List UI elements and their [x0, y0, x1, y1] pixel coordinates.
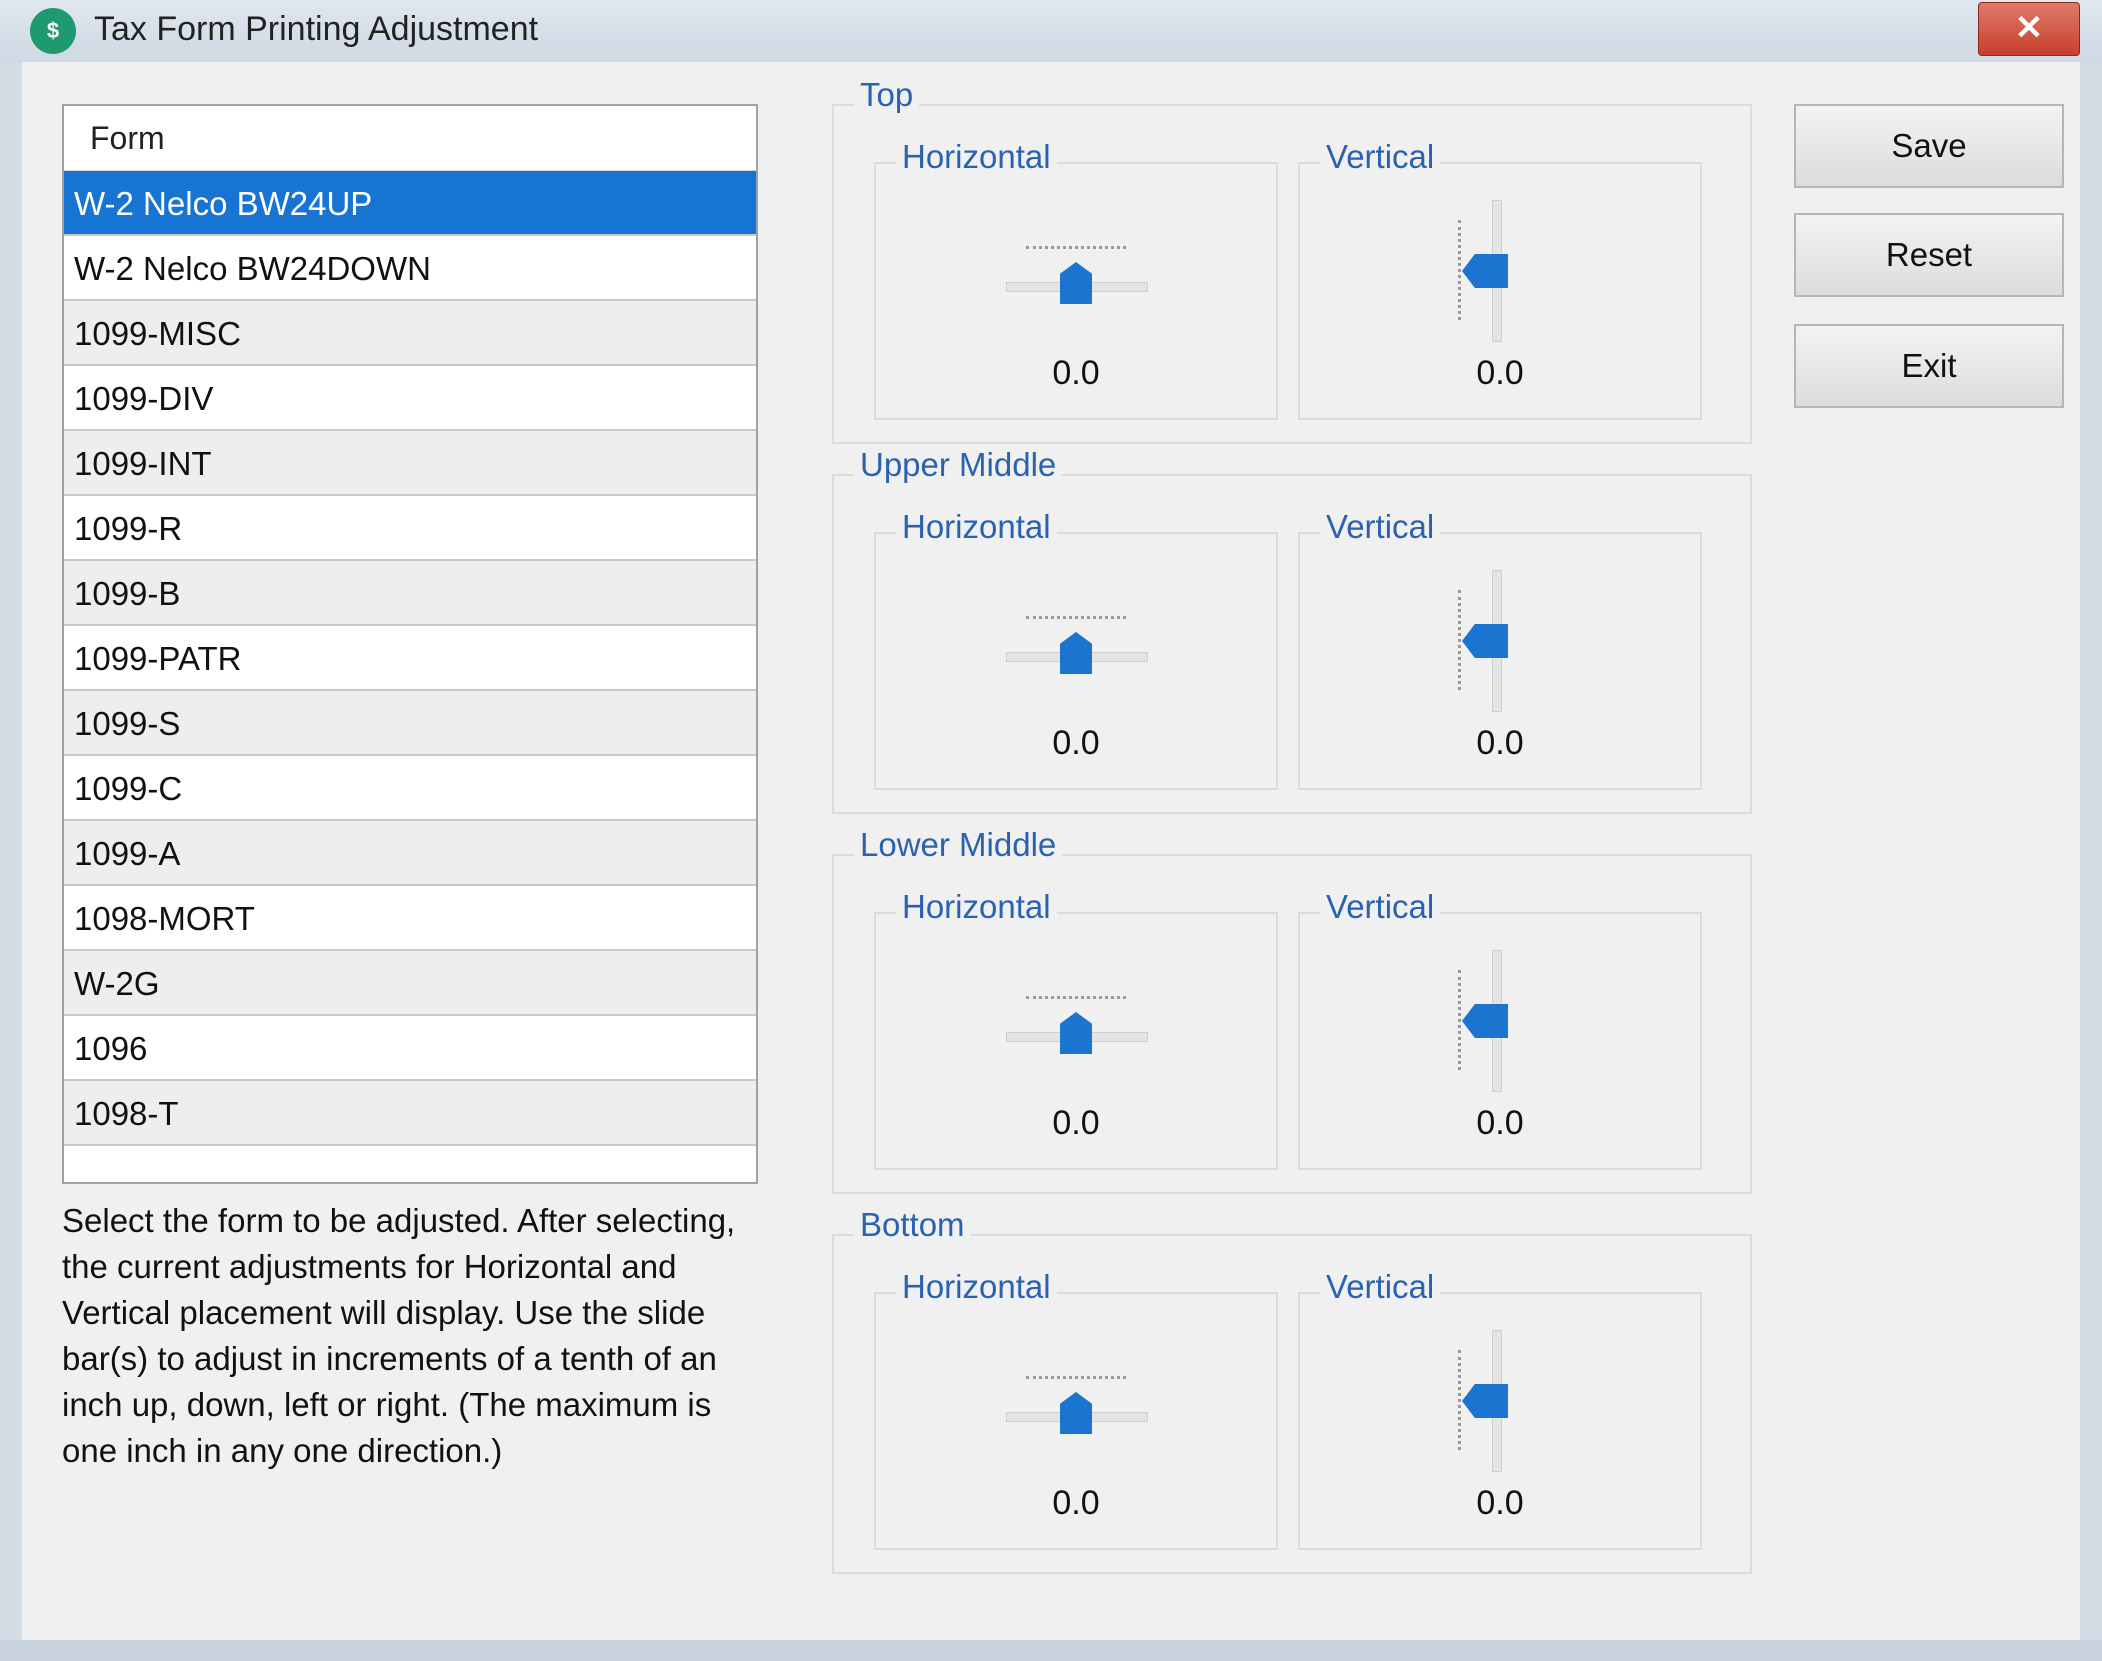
vertical-value: 0.0: [1476, 1104, 1524, 1142]
group-title: Bottom: [854, 1206, 971, 1244]
slider-ticks: [1026, 996, 1126, 999]
form-list-rows: W-2 Nelco BW24UP W-2 Nelco BW24DOWN 1099-M…: [64, 171, 756, 1146]
app-icon: $: [30, 8, 76, 54]
form-list-item[interactable]: 1099-MISC: [64, 301, 756, 366]
horizontal-label: Horizontal: [896, 1268, 1057, 1306]
horizontal-adjust-box: Horizontal 0.0: [874, 138, 1278, 420]
vertical-value: 0.0: [1476, 354, 1524, 392]
form-list-item[interactable]: 1099-PATR: [64, 626, 756, 691]
form-list-item[interactable]: W-2 Nelco BW24UP: [64, 171, 756, 236]
reset-button[interactable]: Reset: [1794, 213, 2064, 297]
slider-ticks: [1458, 590, 1461, 690]
form-list-item[interactable]: 1099-C: [64, 756, 756, 821]
group-top: Top Horizontal 0.0 Vertical 0.0: [832, 76, 1752, 444]
vertical-value: 0.0: [1476, 1484, 1524, 1522]
form-list-item[interactable]: 1099-INT: [64, 431, 756, 496]
group-title: Lower Middle: [854, 826, 1063, 864]
vertical-slider-thumb[interactable]: [1462, 1004, 1508, 1038]
horizontal-slider-thumb[interactable]: [1060, 262, 1092, 304]
horizontal-value: 0.0: [1052, 1484, 1100, 1522]
dialog-body: Form W-2 Nelco BW24UP W-2 Nelco BW24DOWN 1…: [22, 62, 2080, 1640]
vertical-adjust-box: Vertical 0.0: [1298, 888, 1702, 1170]
title-bar[interactable]: $ Tax Form Printing Adjustment ✕: [0, 0, 2102, 62]
form-list-header[interactable]: Form: [64, 106, 756, 171]
form-list-item[interactable]: 1096: [64, 1016, 756, 1081]
form-list-item[interactable]: 1099-R: [64, 496, 756, 561]
dialog-window: $ Tax Form Printing Adjustment ✕ Form W-…: [0, 0, 2102, 1661]
horizontal-slider-thumb[interactable]: [1060, 632, 1092, 674]
vertical-label: Vertical: [1320, 508, 1441, 546]
form-list-item[interactable]: 1099-A: [64, 821, 756, 886]
vertical-label: Vertical: [1320, 888, 1441, 926]
horizontal-adjust-box: Horizontal 0.0: [874, 888, 1278, 1170]
horizontal-slider-thumb[interactable]: [1060, 1392, 1092, 1434]
vertical-adjust-box: Vertical 0.0: [1298, 508, 1702, 790]
group-title: Upper Middle: [854, 446, 1063, 484]
horizontal-adjust-box: Horizontal 0.0: [874, 508, 1278, 790]
horizontal-value: 0.0: [1052, 724, 1100, 762]
window-bottom-border: [0, 1640, 2102, 1661]
group-title: Top: [854, 76, 920, 114]
vertical-slider-thumb[interactable]: [1462, 254, 1508, 288]
horizontal-label: Horizontal: [896, 508, 1057, 546]
group-bottom: Bottom Horizontal 0.0 Vertical 0.0: [832, 1206, 1752, 1574]
instructions-text: Select the form to be adjusted. After se…: [62, 1202, 736, 1469]
horizontal-adjust-box: Horizontal 0.0: [874, 1268, 1278, 1550]
exit-button[interactable]: Exit: [1794, 324, 2064, 408]
slider-ticks: [1458, 970, 1461, 1070]
form-list-item[interactable]: 1099-S: [64, 691, 756, 756]
slider-ticks: [1458, 1350, 1461, 1450]
vertical-label: Vertical: [1320, 138, 1441, 176]
form-list-item[interactable]: 1098-MORT: [64, 886, 756, 951]
vertical-adjust-box: Vertical 0.0: [1298, 138, 1702, 420]
vertical-label: Vertical: [1320, 1268, 1441, 1306]
horizontal-label: Horizontal: [896, 888, 1057, 926]
vertical-slider-thumb[interactable]: [1462, 624, 1508, 658]
group-lower-middle: Lower Middle Horizontal 0.0 Vertical 0.0: [832, 826, 1752, 1194]
close-button[interactable]: ✕: [1978, 2, 2080, 56]
slider-ticks: [1026, 1376, 1126, 1379]
vertical-adjust-box: Vertical 0.0: [1298, 1268, 1702, 1550]
form-list-item[interactable]: 1098-T: [64, 1081, 756, 1146]
vertical-value: 0.0: [1476, 724, 1524, 762]
slider-ticks: [1026, 616, 1126, 619]
horizontal-value: 0.0: [1052, 354, 1100, 392]
window-title: Tax Form Printing Adjustment: [94, 10, 539, 48]
group-upper-middle: Upper Middle Horizontal 0.0 Vertical 0.0: [832, 446, 1752, 814]
horizontal-slider-thumb[interactable]: [1060, 1012, 1092, 1054]
horizontal-value: 0.0: [1052, 1104, 1100, 1142]
slider-ticks: [1026, 246, 1126, 249]
form-list-item[interactable]: W-2 Nelco BW24DOWN: [64, 236, 756, 301]
slider-ticks: [1458, 220, 1461, 320]
form-list-item[interactable]: W-2G: [64, 951, 756, 1016]
form-list-item[interactable]: 1099-DIV: [64, 366, 756, 431]
form-list-item[interactable]: 1099-B: [64, 561, 756, 626]
save-button[interactable]: Save: [1794, 104, 2064, 188]
form-list[interactable]: Form W-2 Nelco BW24UP W-2 Nelco BW24DOWN 1…: [62, 104, 758, 1184]
vertical-slider-thumb[interactable]: [1462, 1384, 1508, 1418]
horizontal-label: Horizontal: [896, 138, 1057, 176]
